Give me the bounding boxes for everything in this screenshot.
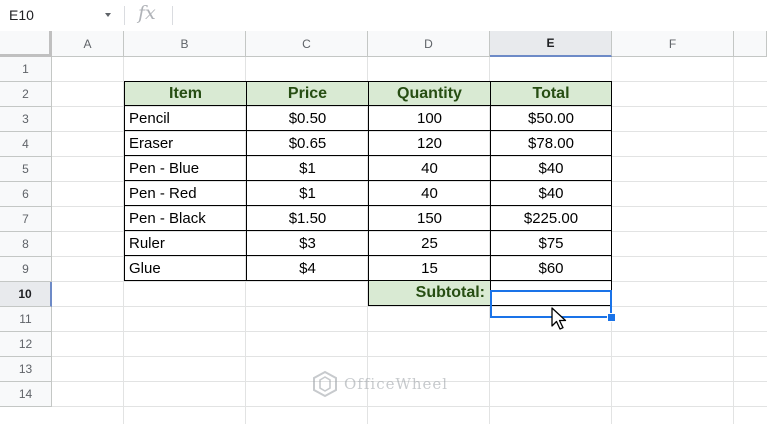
- column-header-d[interactable]: D: [368, 31, 490, 57]
- formula-bar: E10 fx: [0, 0, 767, 32]
- table-cell[interactable]: Pencil: [124, 106, 246, 131]
- row-header-8[interactable]: 8: [0, 232, 52, 257]
- table-cell[interactable]: Glue: [124, 256, 246, 281]
- gridline: [733, 57, 734, 424]
- officewheel-logo-icon: [313, 370, 337, 398]
- row-header-4[interactable]: 4: [0, 132, 52, 157]
- select-all-corner[interactable]: [0, 31, 52, 57]
- table-cell[interactable]: $78.00: [490, 131, 612, 156]
- table-cell[interactable]: $0.50: [246, 106, 368, 131]
- divider: [124, 6, 125, 25]
- name-box[interactable]: E10: [0, 0, 124, 31]
- row-header-12[interactable]: 12: [0, 332, 52, 357]
- table-cell[interactable]: $75: [490, 231, 612, 256]
- table-cell[interactable]: 150: [368, 206, 490, 231]
- row-header-6[interactable]: 6: [0, 182, 52, 207]
- name-box-value: E10: [9, 7, 34, 23]
- column-header-e[interactable]: E: [490, 31, 612, 57]
- subtotal-label[interactable]: Subtotal:: [368, 281, 490, 306]
- watermark-text: OfficeWheel: [344, 375, 449, 393]
- row-header-11[interactable]: 11: [0, 307, 52, 332]
- column-header-partial[interactable]: [734, 31, 767, 57]
- table-header-cell[interactable]: Item: [124, 81, 246, 106]
- row-header-5[interactable]: 5: [0, 157, 52, 182]
- table-cell[interactable]: $225.00: [490, 206, 612, 231]
- table-cell[interactable]: $4: [246, 256, 368, 281]
- table-cell[interactable]: Pen - Black: [124, 206, 246, 231]
- table-cell[interactable]: $40: [490, 181, 612, 206]
- table-cell[interactable]: 25: [368, 231, 490, 256]
- row-header-1[interactable]: 1: [0, 57, 52, 82]
- row-header-14[interactable]: 14: [0, 382, 52, 407]
- table-cell[interactable]: $50.00: [490, 106, 612, 131]
- table-cell[interactable]: Pen - Blue: [124, 156, 246, 181]
- gridline: [52, 406, 767, 407]
- column-header-b[interactable]: B: [124, 31, 246, 57]
- table-cell[interactable]: Eraser: [124, 131, 246, 156]
- gridline: [52, 356, 767, 357]
- table-cell[interactable]: 120: [368, 131, 490, 156]
- table-header-cell[interactable]: Total: [490, 81, 612, 106]
- row-header-2[interactable]: 2: [0, 82, 52, 107]
- table-cell[interactable]: 40: [368, 181, 490, 206]
- table-cell[interactable]: 100: [368, 106, 490, 131]
- table-cell[interactable]: $3: [246, 231, 368, 256]
- table-cell[interactable]: 40: [368, 156, 490, 181]
- function-icon: fx: [138, 2, 156, 24]
- table-header-cell[interactable]: Price: [246, 81, 368, 106]
- row-header-10[interactable]: 10: [0, 282, 52, 307]
- table-cell[interactable]: Pen - Red: [124, 181, 246, 206]
- chevron-down-icon[interactable]: [105, 13, 111, 17]
- row-header-7[interactable]: 7: [0, 207, 52, 232]
- gridline: [52, 331, 767, 332]
- table-cell[interactable]: $0.65: [246, 131, 368, 156]
- column-header-c[interactable]: C: [246, 31, 368, 57]
- formula-input[interactable]: [180, 4, 760, 27]
- divider: [172, 6, 173, 25]
- table-cell[interactable]: $1: [246, 156, 368, 181]
- column-header-a[interactable]: A: [52, 31, 124, 57]
- row-header-3[interactable]: 3: [0, 107, 52, 132]
- row-header-9[interactable]: 9: [0, 257, 52, 282]
- table-cell[interactable]: $1.50: [246, 206, 368, 231]
- table-cell[interactable]: $60: [490, 256, 612, 281]
- gridline: [52, 306, 767, 307]
- column-header-f[interactable]: F: [612, 31, 734, 57]
- table-cell[interactable]: $40: [490, 156, 612, 181]
- watermark: OfficeWheel: [312, 370, 448, 398]
- fill-handle[interactable]: [607, 313, 616, 322]
- table-cell[interactable]: $1: [246, 181, 368, 206]
- mouse-cursor-icon: [551, 307, 567, 330]
- table-cell[interactable]: Ruler: [124, 231, 246, 256]
- row-header-13[interactable]: 13: [0, 357, 52, 382]
- table-cell[interactable]: 15: [368, 256, 490, 281]
- table-header-cell[interactable]: Quantity: [368, 81, 490, 106]
